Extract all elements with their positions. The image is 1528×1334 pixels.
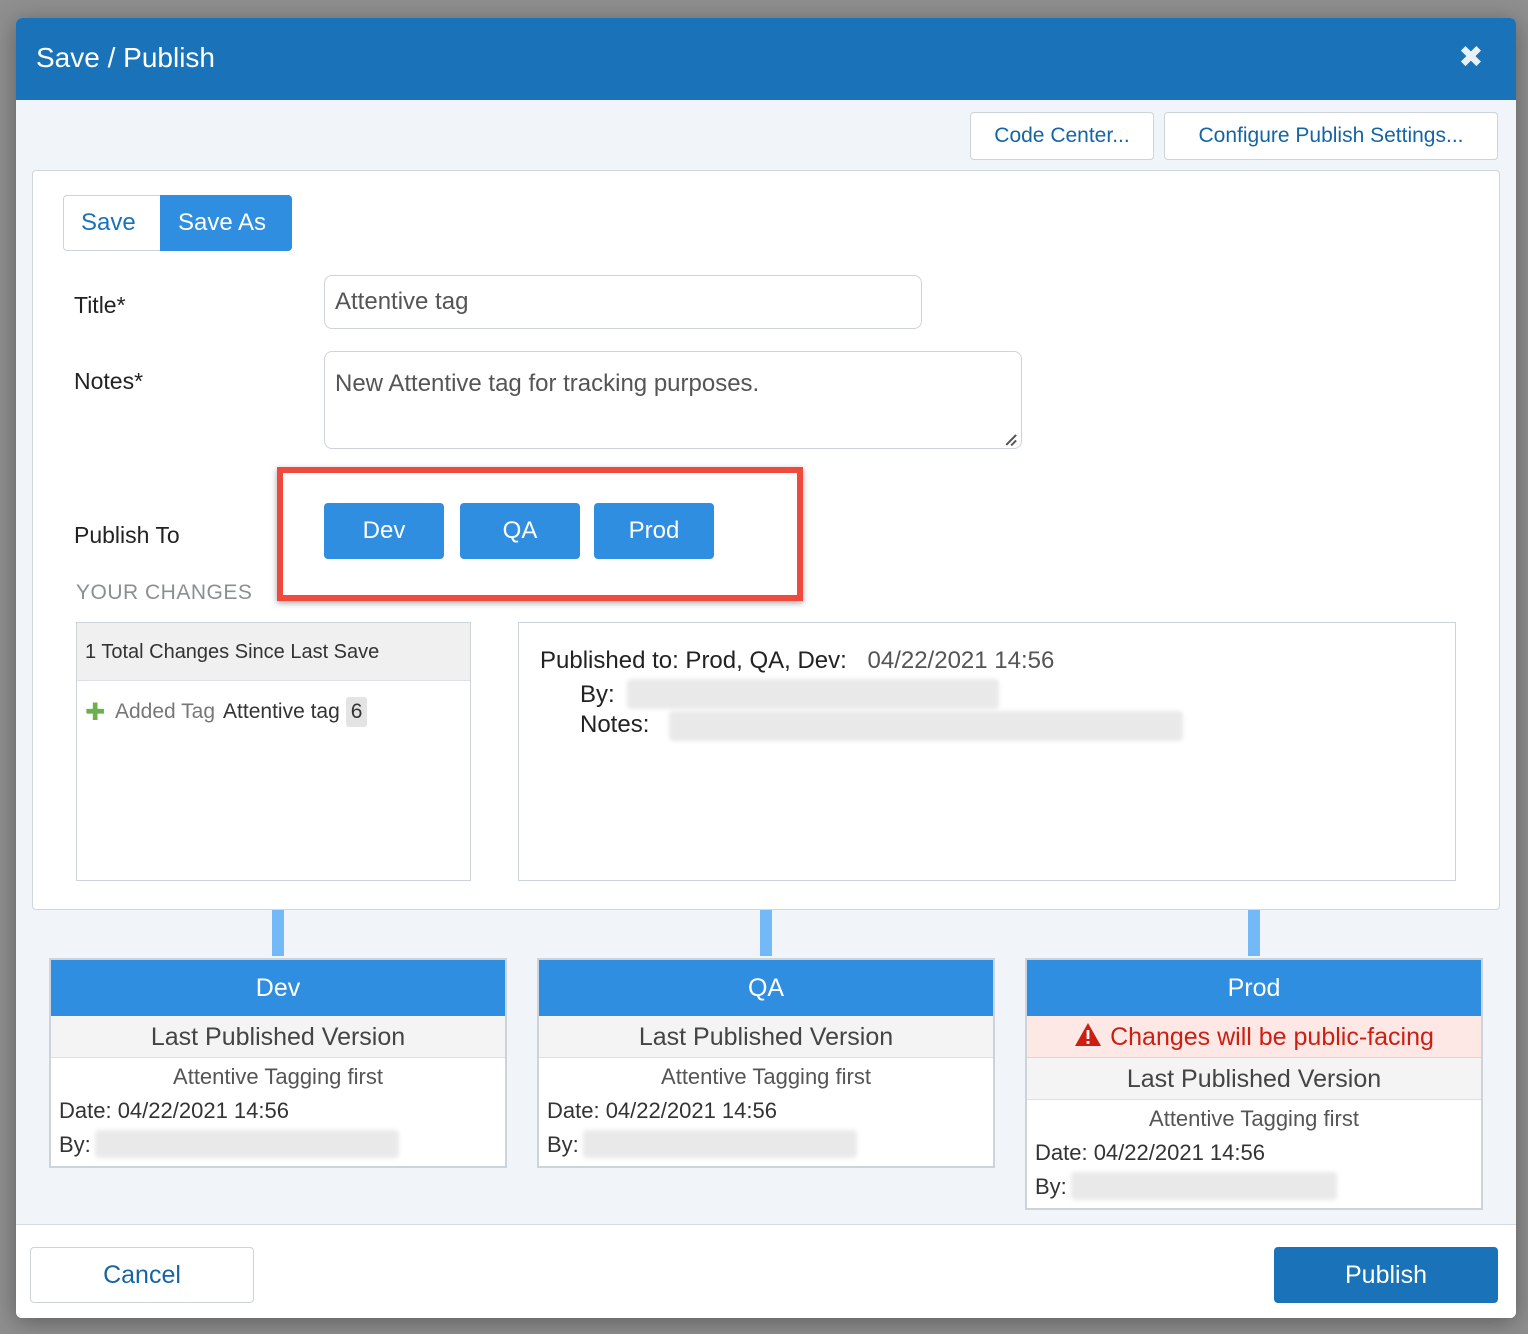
- change-type: Added Tag: [115, 700, 216, 723]
- publish-prod-button[interactable]: Prod: [594, 503, 714, 559]
- publish-to-label: Publish To: [74, 522, 180, 548]
- save-panel: Save Save As Title* Attentive tag Notes*…: [32, 170, 1500, 910]
- dialog-header: Save / Publish ✖: [16, 18, 1516, 100]
- env-card-dev: Dev Last Published Version Attentive Tag…: [49, 958, 507, 1168]
- configure-publish-settings-button[interactable]: Configure Publish Settings...: [1164, 112, 1498, 160]
- save-button[interactable]: Save: [63, 195, 160, 251]
- change-item: ✚ Added Tag Attentive tag 6: [85, 697, 368, 727]
- env-card-body: Attentive Tagging first Date: 04/22/2021…: [51, 1058, 505, 1166]
- close-icon[interactable]: ✖: [1456, 43, 1486, 74]
- env-card-title: Dev: [51, 960, 505, 1016]
- save-mode-toggle: Save Save As: [63, 195, 292, 251]
- version-by-label: By:: [59, 1132, 91, 1157]
- code-center-button[interactable]: Code Center...: [970, 112, 1154, 160]
- version-name: Attentive Tagging first: [173, 1064, 383, 1089]
- version-by-label: By:: [547, 1132, 579, 1157]
- redacted-author: [583, 1130, 857, 1158]
- publish-dev-button[interactable]: Dev: [324, 503, 444, 559]
- change-count-badge: 6: [345, 697, 368, 727]
- resize-handle-icon[interactable]: [1006, 433, 1018, 445]
- changes-summary: 1 Total Changes Since Last Save: [77, 623, 470, 681]
- save-publish-dialog: Save / Publish ✖ Code Center... Configur…: [16, 18, 1516, 1318]
- dialog-title: Save / Publish: [36, 42, 215, 73]
- env-card-prod: Prod Changes will be public-facing Last …: [1025, 958, 1483, 1210]
- last-published-label: Last Published Version: [539, 1016, 993, 1058]
- notes-textarea[interactable]: New Attentive tag for tracking purposes.: [324, 351, 1022, 449]
- redacted-author: [627, 679, 999, 709]
- last-published-label: Last Published Version: [1027, 1058, 1481, 1100]
- title-input-value: Attentive tag: [335, 288, 469, 315]
- env-card-body: Attentive Tagging first Date: 04/22/2021…: [1027, 1100, 1481, 1208]
- version-name: Attentive Tagging first: [661, 1064, 871, 1089]
- history-notes-label: Notes:: [580, 711, 650, 738]
- version-by-label: By:: [1035, 1174, 1067, 1199]
- history-by-label: By:: [580, 681, 615, 708]
- connector-dev: [272, 910, 284, 956]
- save-as-button[interactable]: Save As: [160, 195, 292, 251]
- connector-prod: [1248, 910, 1260, 956]
- warning-icon: [1074, 1018, 1102, 1060]
- title-label: Title*: [74, 292, 126, 318]
- version-date: Date: 04/22/2021 14:56: [547, 1098, 777, 1123]
- plus-icon: ✚: [85, 698, 106, 726]
- changes-list: 1 Total Changes Since Last Save ✚ Added …: [76, 622, 471, 881]
- history-published-to: Published to: Prod, QA, Dev: 04/22/2021 …: [540, 647, 1054, 675]
- env-card-body: Attentive Tagging first Date: 04/22/2021…: [539, 1058, 993, 1166]
- notes-textarea-value: New Attentive tag for tracking purposes.: [335, 370, 760, 397]
- connector-qa: [760, 910, 772, 956]
- last-published-label: Last Published Version: [51, 1016, 505, 1058]
- env-card-qa: QA Last Published Version Attentive Tagg…: [537, 958, 995, 1168]
- version-name: Attentive Tagging first: [1149, 1106, 1359, 1131]
- version-date: Date: 04/22/2021 14:56: [59, 1098, 289, 1123]
- env-card-title: Prod: [1027, 960, 1481, 1016]
- env-card-title: QA: [539, 960, 993, 1016]
- notes-label: Notes*: [74, 368, 144, 394]
- redacted-author: [1071, 1172, 1337, 1200]
- warning-text: Changes will be public-facing: [1110, 1023, 1434, 1051]
- cancel-button[interactable]: Cancel: [30, 1247, 254, 1303]
- title-input[interactable]: Attentive tag: [324, 275, 922, 329]
- publish-button[interactable]: Publish: [1274, 1247, 1498, 1303]
- version-history-list: Published to: Prod, QA, Dev: 04/22/2021 …: [518, 622, 1456, 881]
- change-name: Attentive tag: [223, 700, 340, 723]
- redacted-notes: [669, 711, 1183, 741]
- history-published-to-text: Published to: Prod, QA, Dev:: [540, 647, 847, 674]
- public-facing-warning: Changes will be public-facing: [1027, 1016, 1481, 1058]
- version-date: Date: 04/22/2021 14:56: [1035, 1140, 1265, 1165]
- dialog-footer: Cancel Publish: [16, 1224, 1516, 1318]
- publish-qa-button[interactable]: QA: [460, 503, 580, 559]
- your-changes-heading: YOUR CHANGES: [76, 581, 253, 604]
- redacted-author: [95, 1130, 399, 1158]
- history-date: 04/22/2021 14:56: [867, 647, 1055, 674]
